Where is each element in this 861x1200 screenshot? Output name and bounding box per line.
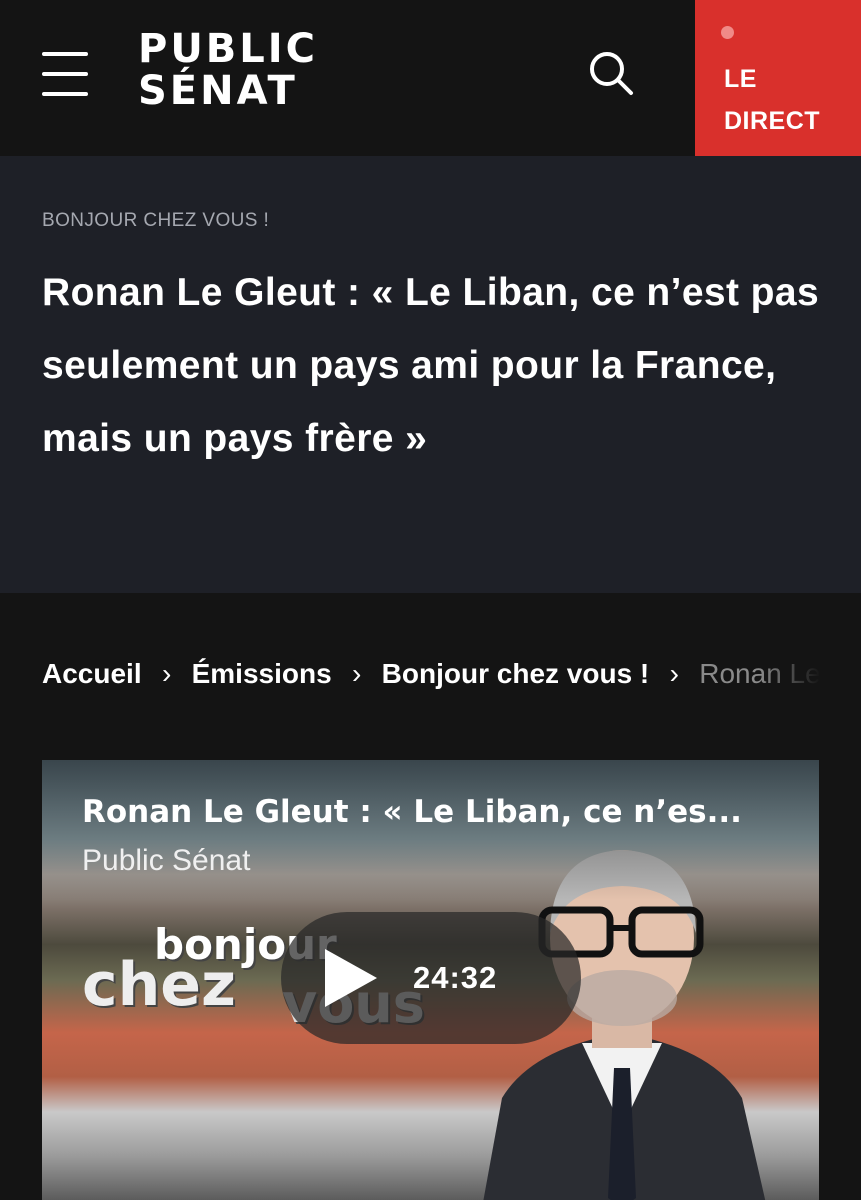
- breadcrumb-fade: [760, 652, 820, 696]
- logo-line-2: SÉNAT: [138, 68, 298, 114]
- live-button[interactable]: LE DIRECT: [695, 0, 861, 156]
- video-player[interactable]: Ronan Le Gleut : « Le Liban, ce n’es... …: [42, 760, 819, 1200]
- breadcrumb-item-emissions[interactable]: Émissions: [192, 658, 332, 689]
- menu-icon[interactable]: [42, 52, 88, 96]
- show-logo-line-2: chez: [82, 950, 236, 1020]
- site-logo[interactable]: PUBLIC SÉNAT: [138, 26, 319, 114]
- article-hero: BONJOUR CHEZ VOUS ! Ronan Le Gleut : « L…: [0, 156, 861, 593]
- live-label-line-2: DIRECT: [724, 107, 821, 135]
- logo-line-1: PUBLIC: [138, 26, 319, 72]
- video-duration: 24:32: [413, 960, 498, 995]
- breadcrumb: Accueil › Émissions › Bonjour chez vous ! › Ro…: [42, 652, 819, 696]
- live-label: LE DIRECT: [724, 58, 820, 142]
- live-label-line-1: LE: [724, 65, 757, 93]
- chevron-right-icon: ›: [161, 658, 172, 689]
- play-icon: [325, 949, 377, 1007]
- chevron-right-icon: ›: [352, 658, 362, 689]
- search-icon[interactable]: [586, 48, 636, 98]
- live-dot-icon: [721, 26, 734, 39]
- chevron-right-icon: ›: [669, 658, 679, 689]
- article-kicker[interactable]: BONJOUR CHEZ VOUS !: [42, 210, 269, 232]
- article-title: Ronan Le Gleut : « Le Liban, ce n’est pa…: [42, 271, 820, 460]
- breadcrumb-item-accueil[interactable]: Accueil: [42, 658, 142, 689]
- video-channel[interactable]: Public Sénat: [82, 844, 250, 878]
- video-title[interactable]: Ronan Le Gleut : « Le Liban, ce n’es...: [82, 794, 742, 830]
- site-header: PUBLIC SÉNAT LE DIRECT: [0, 0, 861, 156]
- play-button[interactable]: 24:32: [281, 912, 581, 1044]
- video-top-shade: [42, 760, 819, 900]
- breadcrumb-item-show[interactable]: Bonjour chez vous !: [382, 658, 650, 689]
